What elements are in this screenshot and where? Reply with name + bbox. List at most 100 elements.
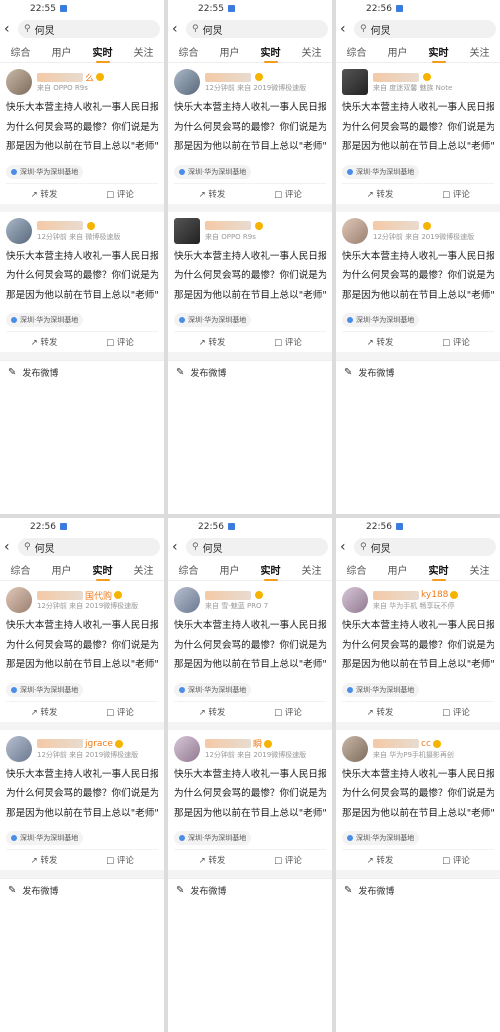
tab-item[interactable]: 关注 xyxy=(134,44,154,59)
avatar[interactable] xyxy=(6,735,32,762)
avatar[interactable] xyxy=(174,217,200,244)
tab-item[interactable]: 关注 xyxy=(470,44,490,59)
repost-button[interactable]: ↗ 转发 xyxy=(174,854,250,866)
tab-item[interactable]: 综合 xyxy=(179,44,199,59)
compose-bar[interactable]: ✎ 发布微博 xyxy=(168,878,332,901)
back-arrow-icon[interactable]: ‹ xyxy=(4,21,18,37)
tab-item[interactable]: 关注 xyxy=(470,562,490,577)
location-tag[interactable]: 深圳·华为深圳基地 xyxy=(174,313,252,327)
search-input[interactable]: ⚲ 何炅 xyxy=(18,20,160,38)
username[interactable] xyxy=(373,220,474,232)
tab-item[interactable]: 关注 xyxy=(302,44,322,59)
compose-bar[interactable]: ✎ 发布微博 xyxy=(168,360,332,383)
tab-item[interactable]: 实时 xyxy=(261,44,281,63)
comment-button[interactable]: □ 评论 xyxy=(82,188,158,200)
location-tag[interactable]: 深圳·华为深圳基地 xyxy=(174,831,252,845)
avatar[interactable] xyxy=(174,587,200,613)
avatar[interactable] xyxy=(174,735,200,762)
tab-item[interactable]: 用户 xyxy=(220,44,240,59)
avatar[interactable] xyxy=(6,587,32,613)
tab-item[interactable]: 关注 xyxy=(302,562,322,577)
avatar[interactable] xyxy=(342,217,368,244)
comment-button[interactable]: □ 评论 xyxy=(82,336,158,348)
search-input[interactable]: ⚲ 何炅 xyxy=(186,538,328,556)
location-tag[interactable]: 深圳·华为深圳基地 xyxy=(174,682,252,697)
back-arrow-icon[interactable]: ‹ xyxy=(172,539,186,555)
tab-item[interactable]: 用户 xyxy=(388,562,408,577)
compose-bar[interactable]: ✎ 发布微博 xyxy=(0,360,164,383)
tab-item[interactable]: 实时 xyxy=(93,562,113,581)
compose-bar[interactable]: ✎ 发布微博 xyxy=(336,360,500,383)
comment-button[interactable]: □ 评论 xyxy=(82,854,158,866)
repost-button[interactable]: ↗ 转发 xyxy=(6,336,82,348)
tab-item[interactable]: 用户 xyxy=(52,562,72,577)
tab-item[interactable]: 关注 xyxy=(134,562,154,577)
username[interactable]: jgrace xyxy=(37,738,138,750)
tab-item[interactable]: 实时 xyxy=(429,44,449,63)
tab-item[interactable]: 用户 xyxy=(220,562,240,577)
back-arrow-icon[interactable]: ‹ xyxy=(4,539,18,555)
username[interactable]: 国代购 xyxy=(37,589,138,602)
tab-item[interactable]: 实时 xyxy=(429,562,449,581)
username[interactable] xyxy=(37,220,120,232)
username[interactable]: 瞬 xyxy=(205,738,306,750)
avatar[interactable] xyxy=(6,217,32,244)
repost-button[interactable]: ↗ 转发 xyxy=(342,336,418,348)
comment-button[interactable]: □ 评论 xyxy=(250,854,326,866)
location-tag[interactable]: 深圳·华为深圳基地 xyxy=(6,164,84,179)
comment-button[interactable]: □ 评论 xyxy=(82,706,158,718)
comment-button[interactable]: □ 评论 xyxy=(250,706,326,718)
back-arrow-icon[interactable]: ‹ xyxy=(172,21,186,37)
comment-button[interactable]: □ 评论 xyxy=(418,336,494,348)
username[interactable] xyxy=(373,71,452,83)
tab-item[interactable]: 用户 xyxy=(52,44,72,59)
back-arrow-icon[interactable]: ‹ xyxy=(340,21,354,37)
username[interactable]: cc xyxy=(373,738,454,750)
comment-button[interactable]: □ 评论 xyxy=(250,188,326,200)
repost-button[interactable]: ↗ 转发 xyxy=(342,188,418,200)
comment-button[interactable]: □ 评论 xyxy=(250,336,326,348)
avatar[interactable] xyxy=(6,69,32,95)
location-tag[interactable]: 深圳·华为深圳基地 xyxy=(6,831,84,845)
back-arrow-icon[interactable]: ‹ xyxy=(340,539,354,555)
repost-button[interactable]: ↗ 转发 xyxy=(6,706,82,718)
location-tag[interactable]: 深圳·华为深圳基地 xyxy=(342,313,420,327)
repost-button[interactable]: ↗ 转发 xyxy=(6,854,82,866)
tab-item[interactable]: 综合 xyxy=(347,44,367,59)
tab-item[interactable]: 综合 xyxy=(11,44,31,59)
location-tag[interactable]: 深圳·华为深圳基地 xyxy=(342,682,420,697)
repost-button[interactable]: ↗ 转发 xyxy=(174,706,250,718)
repost-button[interactable]: ↗ 转发 xyxy=(174,188,250,200)
search-input[interactable]: ⚲ 何炅 xyxy=(18,538,160,556)
comment-button[interactable]: □ 评论 xyxy=(418,188,494,200)
repost-button[interactable]: ↗ 转发 xyxy=(6,188,82,200)
compose-bar[interactable]: ✎ 发布微博 xyxy=(336,878,500,901)
avatar[interactable] xyxy=(174,69,200,95)
compose-bar[interactable]: ✎ 发布微博 xyxy=(0,878,164,901)
tab-item[interactable]: 综合 xyxy=(347,562,367,577)
location-tag[interactable]: 深圳·华为深圳基地 xyxy=(6,313,84,327)
search-input[interactable]: ⚲ 何炅 xyxy=(186,20,328,38)
tab-item[interactable]: 综合 xyxy=(11,562,31,577)
repost-button[interactable]: ↗ 转发 xyxy=(342,854,418,866)
username[interactable] xyxy=(205,71,306,83)
repost-button[interactable]: ↗ 转发 xyxy=(174,336,250,348)
avatar[interactable] xyxy=(342,587,368,613)
comment-button[interactable]: □ 评论 xyxy=(418,706,494,718)
location-tag[interactable]: 深圳·华为深圳基地 xyxy=(342,831,420,845)
location-tag[interactable]: 深圳·华为深圳基地 xyxy=(6,682,84,697)
avatar[interactable] xyxy=(342,735,368,762)
username[interactable] xyxy=(205,589,268,601)
search-input[interactable]: ⚲ 何炅 xyxy=(354,20,496,38)
repost-button[interactable]: ↗ 转发 xyxy=(342,706,418,718)
tab-item[interactable]: 综合 xyxy=(179,562,199,577)
avatar[interactable] xyxy=(342,69,368,95)
username[interactable] xyxy=(205,220,263,232)
comment-button[interactable]: □ 评论 xyxy=(418,854,494,866)
location-tag[interactable]: 深圳·华为深圳基地 xyxy=(342,164,420,179)
username[interactable]: 么 xyxy=(37,71,105,84)
search-input[interactable]: ⚲ 何炅 xyxy=(354,538,496,556)
location-tag[interactable]: 深圳·华为深圳基地 xyxy=(174,164,252,179)
username[interactable]: ky188 xyxy=(373,589,459,601)
tab-item[interactable]: 实时 xyxy=(93,44,113,63)
